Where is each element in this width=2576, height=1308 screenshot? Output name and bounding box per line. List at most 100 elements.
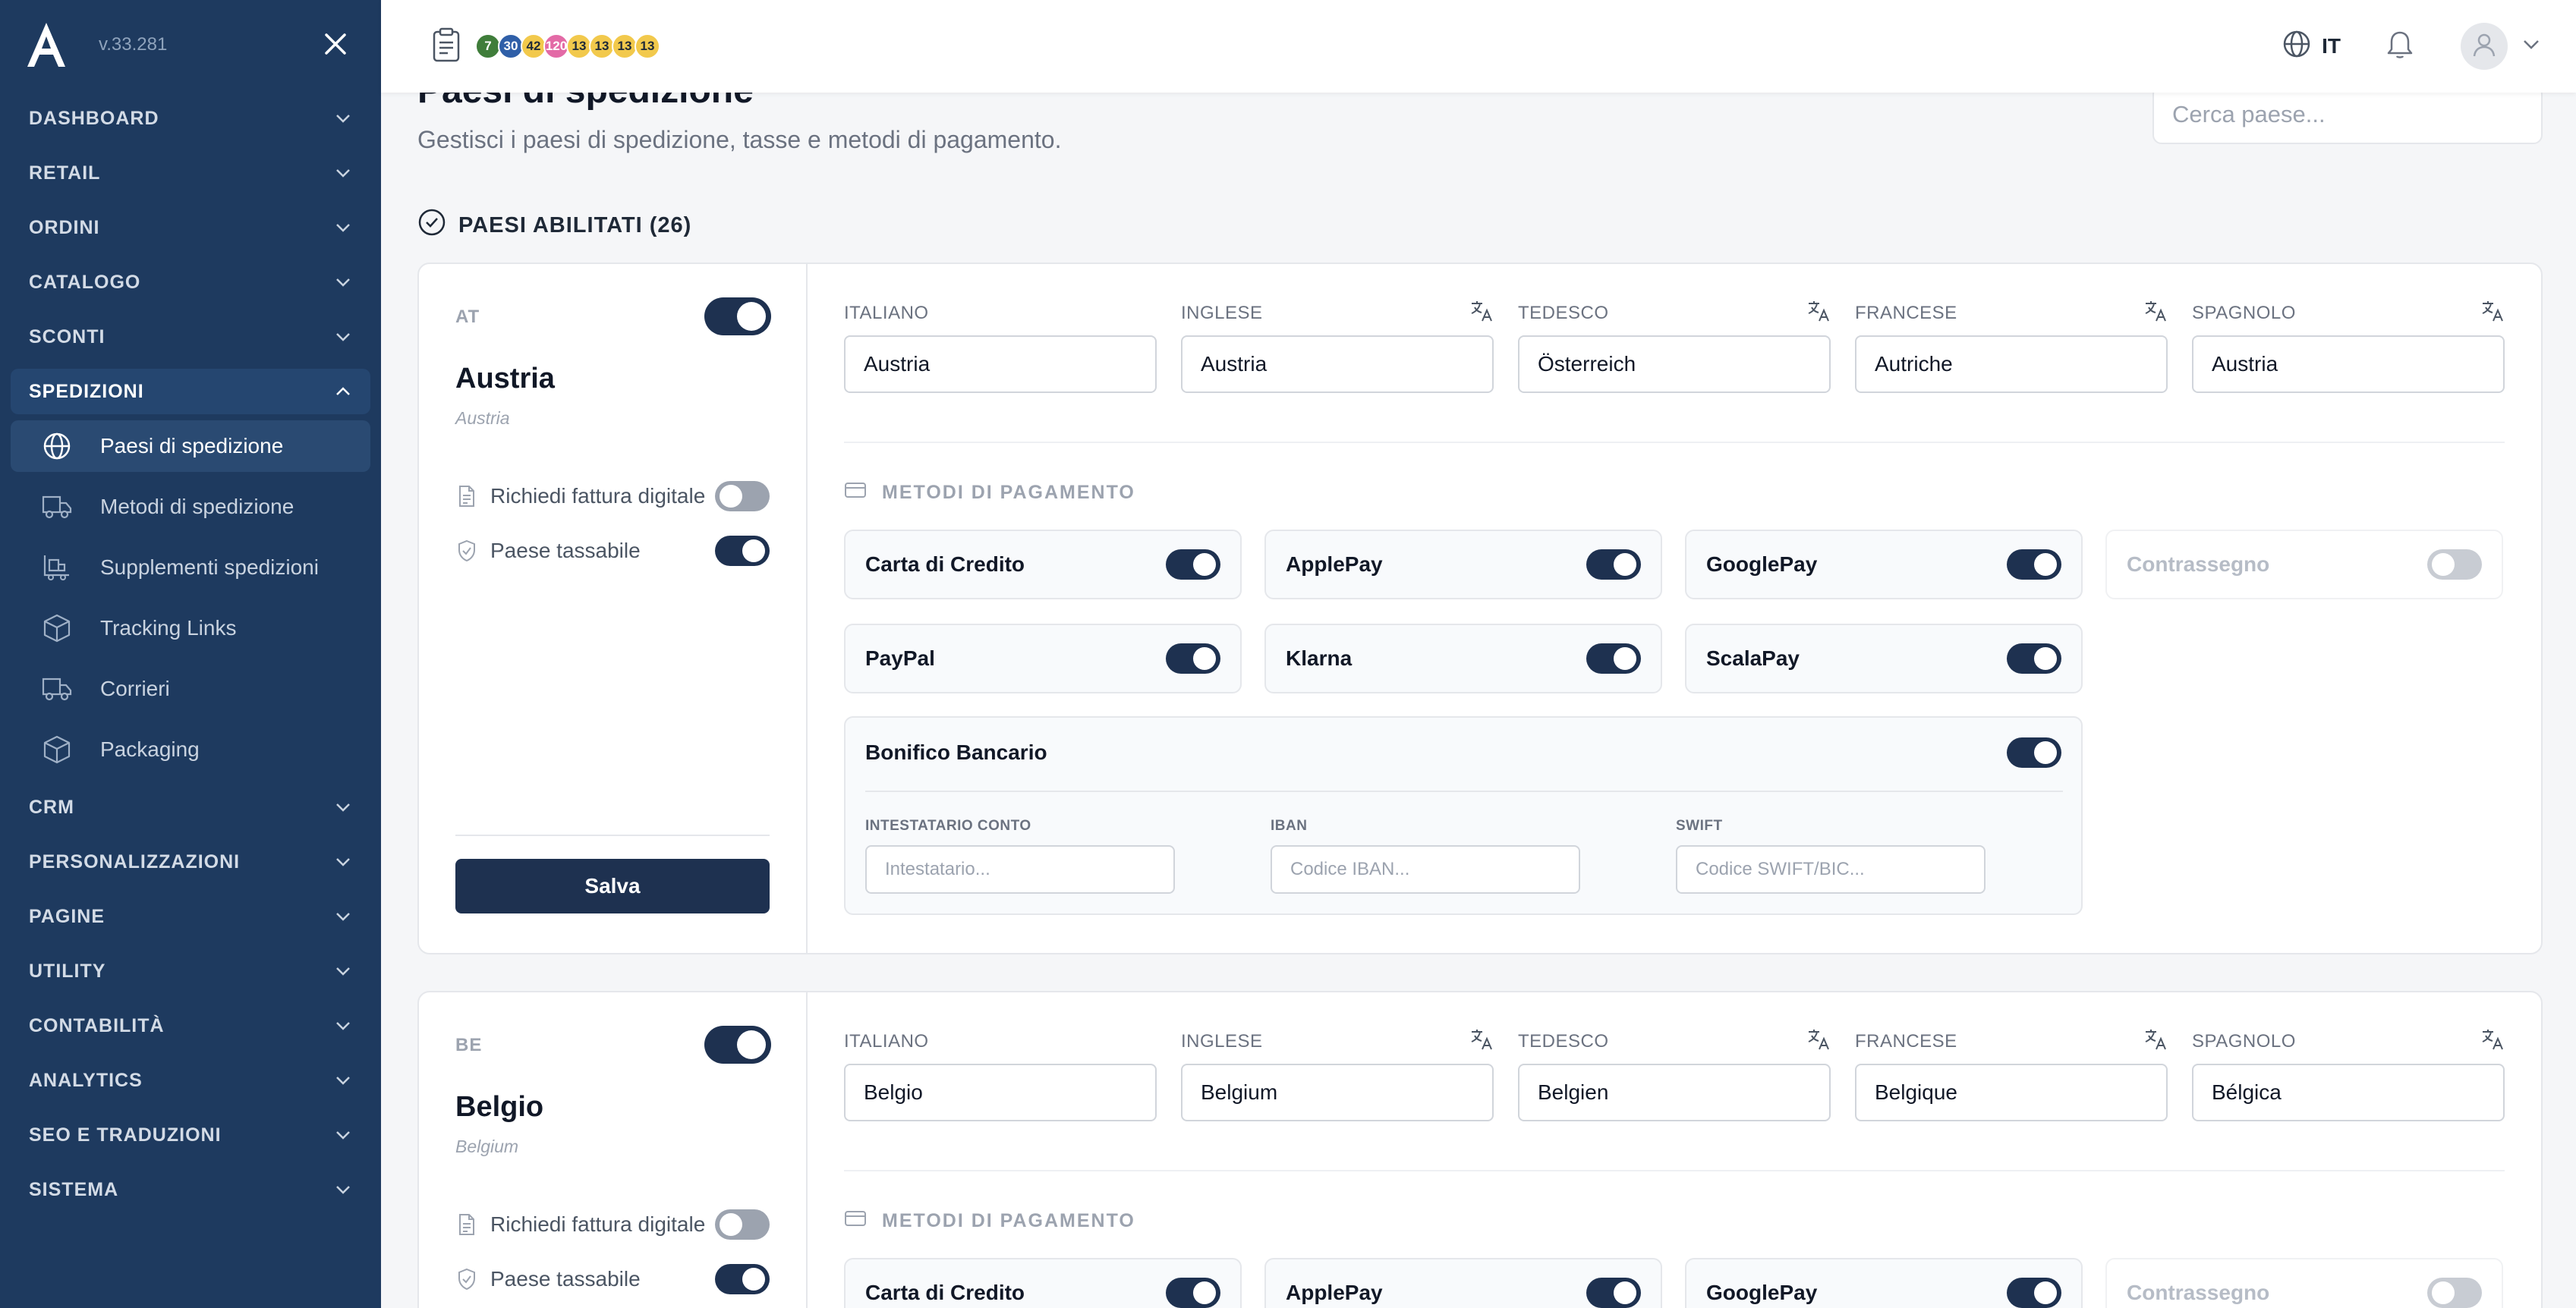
chevron-up-icon bbox=[334, 382, 352, 401]
taxable-toggle[interactable] bbox=[715, 1264, 770, 1294]
check-circle-icon bbox=[417, 208, 446, 243]
sidebar-subitem-supplementi-spedizioni[interactable]: Supplementi spedizioni bbox=[11, 542, 370, 593]
toggle-switch[interactable] bbox=[704, 1026, 771, 1064]
sidebar-item-ordini[interactable]: ORDINI bbox=[11, 205, 370, 250]
clipboard-icon[interactable] bbox=[431, 27, 461, 66]
sidebar-item-dashboard[interactable]: DASHBOARD bbox=[11, 96, 370, 141]
payment-method-toggle[interactable] bbox=[1586, 643, 1641, 674]
translation-input-en[interactable]: Austria bbox=[1181, 335, 1494, 393]
translate-icon[interactable] bbox=[1806, 299, 1831, 329]
status-badge[interactable]: 120 bbox=[543, 33, 569, 59]
translate-icon[interactable] bbox=[1469, 299, 1494, 329]
sidebar-item-sistema[interactable]: SISTEMA bbox=[11, 1167, 370, 1212]
translation-input-de[interactable]: Belgien bbox=[1518, 1064, 1831, 1121]
taxable-toggle[interactable] bbox=[715, 536, 770, 566]
toggle-switch[interactable] bbox=[2007, 737, 2061, 768]
shield-icon bbox=[455, 539, 478, 562]
bank-transfer-toggle[interactable] bbox=[2007, 737, 2061, 768]
sidebar-subitem-corrieri[interactable]: Corrieri bbox=[11, 663, 370, 715]
payment-method-toggle[interactable] bbox=[1586, 549, 1641, 580]
language-selector[interactable]: IT bbox=[2282, 30, 2341, 64]
translation-input-fr[interactable]: Belgique bbox=[1855, 1064, 2168, 1121]
status-badge[interactable]: 30 bbox=[498, 33, 524, 59]
payment-method-toggle[interactable] bbox=[2427, 549, 2482, 580]
sidebar-item-retail[interactable]: RETAIL bbox=[11, 150, 370, 196]
app-logo[interactable] bbox=[23, 21, 70, 68]
sidebar-subitem-paesi-di-spedizione[interactable]: Paesi di spedizione bbox=[11, 420, 370, 472]
swift-input[interactable]: Codice SWIFT/BIC... bbox=[1676, 845, 1986, 894]
translate-icon[interactable] bbox=[2480, 1027, 2505, 1057]
status-badge[interactable]: 13 bbox=[589, 33, 615, 59]
translation-fr: FRANCESE Autriche bbox=[1855, 300, 2168, 393]
sidebar-item-analytics[interactable]: ANALYTICS bbox=[11, 1058, 370, 1103]
status-badge[interactable]: 7 bbox=[475, 33, 501, 59]
translation-input-it[interactable]: Belgio bbox=[844, 1064, 1157, 1121]
app-version: v.33.281 bbox=[99, 34, 168, 55]
sidebar-subitem-label: Metodi di spedizione bbox=[100, 495, 294, 518]
chevron-down-icon bbox=[334, 1071, 352, 1089]
sidebar-subitem-metodi-di-spedizione[interactable]: Metodi di spedizione bbox=[11, 481, 370, 533]
status-badge[interactable]: 13 bbox=[635, 33, 660, 59]
payment-method-toggle[interactable] bbox=[1586, 1278, 1641, 1308]
translate-icon[interactable] bbox=[2143, 1027, 2168, 1057]
sidebar-subitem-tracking-links[interactable]: Tracking Links bbox=[11, 602, 370, 654]
toggle-switch[interactable] bbox=[704, 297, 771, 335]
country-enabled-toggle[interactable] bbox=[704, 1026, 771, 1064]
sidebar: v.33.281 DASHBOARD RETAIL ORDINI CATALOG… bbox=[0, 0, 381, 1308]
chevron-down-icon[interactable] bbox=[2523, 39, 2540, 54]
bell-icon[interactable] bbox=[2386, 30, 2414, 64]
translate-icon[interactable] bbox=[1806, 1027, 1831, 1057]
payment-method-toggle[interactable] bbox=[1166, 1278, 1220, 1308]
payment-method-toggle[interactable] bbox=[1166, 643, 1220, 674]
digital-invoice-toggle[interactable] bbox=[715, 481, 770, 511]
translation-input-en[interactable]: Belgium bbox=[1181, 1064, 1494, 1121]
box-icon bbox=[41, 734, 73, 766]
translate-icon[interactable] bbox=[2480, 299, 2505, 329]
translation-input-fr[interactable]: Autriche bbox=[1855, 335, 2168, 393]
lang-label: TEDESCO bbox=[1518, 1031, 1609, 1052]
truck-icon bbox=[41, 673, 73, 705]
iban-input[interactable]: Codice IBAN... bbox=[1271, 845, 1580, 894]
close-icon[interactable] bbox=[320, 29, 351, 59]
sidebar-item-contabilita[interactable]: CONTABILITÀ bbox=[11, 1003, 370, 1049]
payment-method-carta-di-credito: Carta di Credito bbox=[844, 530, 1242, 599]
taxable-option: Paese tassabile bbox=[455, 536, 770, 566]
sidebar-item-pagine[interactable]: PAGINE bbox=[11, 894, 370, 939]
translation-input-es[interactable]: Austria bbox=[2192, 335, 2505, 393]
lang-label: INGLESE bbox=[1181, 303, 1263, 323]
sidebar-item-seo-e-traduzioni[interactable]: SEO E TRADUZIONI bbox=[11, 1112, 370, 1158]
translate-icon[interactable] bbox=[1469, 1027, 1494, 1057]
translation-input-de[interactable]: Österreich bbox=[1518, 335, 1831, 393]
status-badge[interactable]: 42 bbox=[521, 33, 546, 59]
sidebar-item-personalizzazioni[interactable]: PERSONALIZZAZIONI bbox=[11, 839, 370, 885]
sidebar-item-utility[interactable]: UTILITY bbox=[11, 948, 370, 994]
account-holder-input[interactable]: Intestatario... bbox=[865, 845, 1175, 894]
sidebar-item-spedizioni[interactable]: SPEDIZIONI bbox=[11, 369, 370, 414]
status-badge[interactable]: 13 bbox=[566, 33, 592, 59]
payment-method-contrassegno: Contrassegno bbox=[2105, 530, 2503, 599]
translation-input-es[interactable]: Bélgica bbox=[2192, 1064, 2505, 1121]
translation-input-it[interactable]: Austria bbox=[844, 335, 1157, 393]
sidebar-item-crm[interactable]: CRM bbox=[11, 784, 370, 830]
lang-label: FRANCESE bbox=[1855, 1031, 1957, 1052]
avatar[interactable] bbox=[2461, 23, 2508, 70]
save-button[interactable]: Salva bbox=[455, 859, 770, 913]
status-badge[interactable]: 13 bbox=[612, 33, 638, 59]
translate-icon[interactable] bbox=[2143, 299, 2168, 329]
sidebar-subitem-packaging[interactable]: Packaging bbox=[11, 724, 370, 775]
digital-invoice-toggle[interactable] bbox=[715, 1209, 770, 1240]
search-input[interactable]: Cerca paese... bbox=[2152, 85, 2543, 144]
payment-method-toggle[interactable] bbox=[2427, 1278, 2482, 1308]
country-enabled-toggle[interactable] bbox=[704, 297, 771, 335]
payment-method-toggle[interactable] bbox=[2007, 549, 2061, 580]
sidebar-item-sconti[interactable]: SCONTI bbox=[11, 314, 370, 360]
payment-method-toggle[interactable] bbox=[2007, 643, 2061, 674]
digital-invoice-label: Richiedi fattura digitale bbox=[490, 484, 706, 508]
payment-method-label: PayPal bbox=[865, 646, 935, 670]
payment-method-toggle[interactable] bbox=[2007, 1278, 2061, 1308]
sidebar-item-catalogo[interactable]: CATALOGO bbox=[11, 259, 370, 305]
page-subtitle: Gestisci i paesi di spedizione, tasse e … bbox=[417, 126, 1062, 153]
payment-method-label: Carta di Credito bbox=[865, 1281, 1025, 1304]
translation-de: TEDESCO Österreich bbox=[1518, 300, 1831, 393]
payment-method-toggle[interactable] bbox=[1166, 549, 1220, 580]
